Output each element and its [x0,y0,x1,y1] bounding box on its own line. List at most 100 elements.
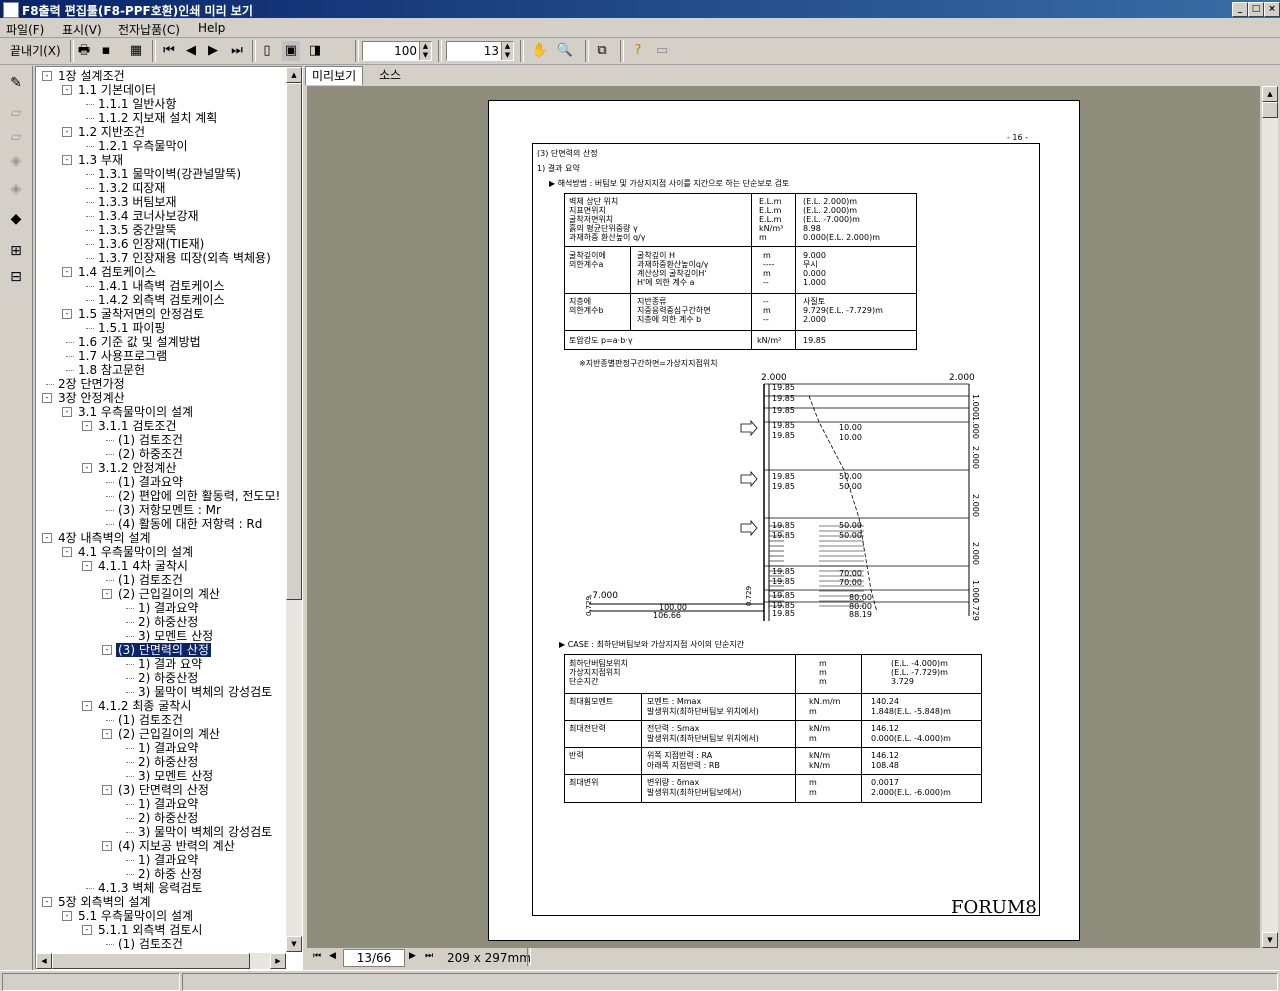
tree-item[interactable]: 2) 하중산정 [136,811,200,825]
tree-item[interactable]: 1.5 굴착저면의 안정검토 [76,307,206,321]
tree-expander[interactable]: - [62,911,72,921]
tree-item[interactable]: (1) 검토조건 [116,433,185,447]
menu-help[interactable]: Help [198,21,225,35]
tree-expander[interactable]: - [62,127,72,137]
tree-item[interactable]: 4.1.3 벽체 응력검토 [96,881,204,895]
tree-item[interactable]: 4.1.1 4차 굴착시 [96,559,190,573]
menu-file[interactable]: 파일(F) [6,21,44,38]
tool-icon-4[interactable]: ◈ [5,178,27,200]
outline-icon[interactable]: ⊟ [5,266,27,288]
nav-page-field[interactable]: 13/66 [343,949,405,967]
tree-item[interactable]: 1.3.6 인장재(TIE재) [96,237,206,251]
tab-source[interactable]: 소스 [373,66,407,84]
tree-item[interactable]: 4장 내측벽의 설계 [56,531,153,545]
tool-icon-2[interactable]: ▱ [5,126,27,148]
tree-expander[interactable]: - [102,645,112,655]
tree-expander[interactable]: - [102,785,112,795]
tree-expander[interactable]: - [82,421,92,431]
tree-expander[interactable]: - [82,561,92,571]
tree-item[interactable]: 5.1.1 외측벽 검토시 [96,923,204,937]
zoom-tool-icon[interactable]: 🔍 [555,41,575,61]
page-spinner[interactable]: 13 ▲ ▼ [446,41,514,61]
tool-icon-5[interactable]: ◆ [5,208,27,230]
tree-vertical-scrollbar[interactable]: ▲ ▼ [286,67,302,952]
tree-view-icon[interactable]: ⊞ [5,240,27,262]
tree-item[interactable]: 2) 하중산정 [136,615,200,629]
tree-item[interactable]: 1.4.2 외측벽 검토케이스 [96,293,226,307]
tree-item[interactable]: (2) 편압에 의한 활동력, 전도모! [116,489,282,503]
tree-expander[interactable]: - [82,925,92,935]
nav-prev-icon[interactable]: ◀ [329,951,336,961]
zoom-spinner[interactable]: 100 ▲ ▼ [362,41,432,61]
next-page-icon[interactable]: ▶ [204,41,222,61]
tree-item[interactable]: 3.1.1 검토조건 [96,419,179,433]
first-page-icon[interactable]: ⏮ [160,41,178,61]
tab-preview[interactable]: 미리보기 [305,66,364,85]
tree-item[interactable]: (1) 결과요약 [116,475,185,489]
tree-item[interactable]: 2) 하중산정 [136,671,200,685]
help-icon[interactable]: ? [628,41,648,61]
tree-item[interactable]: 4.1.2 최종 굴착시 [96,699,193,713]
tree-item[interactable]: (4) 활동에 대한 저항력 : Rd [116,517,264,531]
whole-page-icon[interactable]: ◨ [306,41,324,61]
tree-item[interactable]: 2장 단면가정 [56,377,127,391]
nav-next-icon[interactable]: ▶ [409,951,416,961]
tree-item[interactable]: 2) 하중 산정 [136,867,204,881]
prev-page-icon[interactable]: ◀ [182,41,200,61]
tree-item[interactable]: 1.3.2 띠장재 [96,181,167,195]
menu-submit[interactable]: 전자납품(C) [118,21,180,38]
tree-expander[interactable]: - [62,155,72,165]
tree-item[interactable]: 1.3.5 중간말뚝 [96,223,179,237]
about-icon[interactable]: ▭ [652,41,672,61]
tree-expander[interactable]: - [102,589,112,599]
tree-item[interactable]: 1.2 지반조건 [76,125,147,139]
tree-item[interactable]: 1.2.1 우측물막이 [96,139,190,153]
single-page-icon[interactable]: ▯ [258,41,276,61]
tree-item[interactable]: (2) 근입길이의 계산 [116,727,222,741]
tree-expander[interactable]: - [42,533,52,543]
tree-expander[interactable]: - [62,85,72,95]
tree-expander[interactable]: - [62,407,72,417]
tree-item[interactable]: 3장 안정계산 [56,391,127,405]
tree-item[interactable]: 3) 물막이 벽체의 강성검토 [136,825,274,839]
nav-first-icon[interactable]: ⏮ [313,951,321,961]
tree-item[interactable]: 5.1 우측물막이의 설계 [76,909,195,923]
tree-item[interactable]: (1) 검토조건 [116,573,185,587]
tool-icon-3[interactable]: ◈ [5,150,27,172]
tree-item[interactable]: 1.1.1 일반사항 [96,97,179,111]
tree-item[interactable]: 5장 외측벽의 설계 [56,895,153,909]
tree-item[interactable]: 1.4 검토케이스 [76,265,158,279]
tree-horizontal-scrollbar[interactable]: ◀ ▶ [36,953,286,969]
menu-view[interactable]: 표시(V) [62,21,102,38]
tree-item[interactable]: 1.3.4 코너사보강재 [96,209,201,223]
tree-item[interactable]: (2) 하중조건 [116,447,185,461]
tree-item[interactable]: (1) 검토조건 [116,937,185,951]
tree-item[interactable]: 1.3.3 버팀보재 [96,195,179,209]
tree-item[interactable]: (3) 단면력의 산정 [116,643,211,657]
tree-item[interactable]: 1.3.7 인장재용 띠장(외측 벽체용) [96,251,273,265]
tree-expander[interactable]: - [82,463,92,473]
fit-icon[interactable]: ⧉ [592,41,612,61]
tree-item[interactable]: 1.7 사용프로그램 [76,349,169,363]
tool-icon-1[interactable]: ▱ [5,102,27,124]
save-icon[interactable]: ▪ [96,41,116,61]
tree-expander[interactable]: - [82,701,92,711]
tree-item[interactable]: 1) 결과요약 [136,853,200,867]
nav-last-icon[interactable]: ⏭ [425,951,433,961]
tree-item[interactable]: 1.5.1 파이핑 [96,321,167,335]
tree-item[interactable]: 1.3.1 물막이벽(강관널말뚝) [96,167,243,181]
edit-pen-icon[interactable]: ✎ [5,72,27,94]
tree-expander[interactable]: - [102,729,112,739]
tree-item[interactable]: (1) 검토조건 [116,713,185,727]
tree-item[interactable]: 3.1 우측물막이의 설계 [76,405,195,419]
tree-item[interactable]: 1.3 부재 [76,153,125,167]
tree-item[interactable]: 3) 모멘트 산정 [136,629,215,643]
page-width-icon[interactable]: ▣ [282,41,300,61]
last-page-icon[interactable]: ⏭ [228,41,246,61]
tree-expander[interactable]: - [102,841,112,851]
close-button[interactable]: × [1264,2,1280,17]
tree-item[interactable]: 1) 결과요약 [136,741,200,755]
preview-vertical-scrollbar[interactable]: ▲ ▼ [1262,86,1278,948]
tree-expander[interactable]: - [62,547,72,557]
tree-item[interactable]: 1.6 기준 값 및 설계방법 [76,335,203,349]
